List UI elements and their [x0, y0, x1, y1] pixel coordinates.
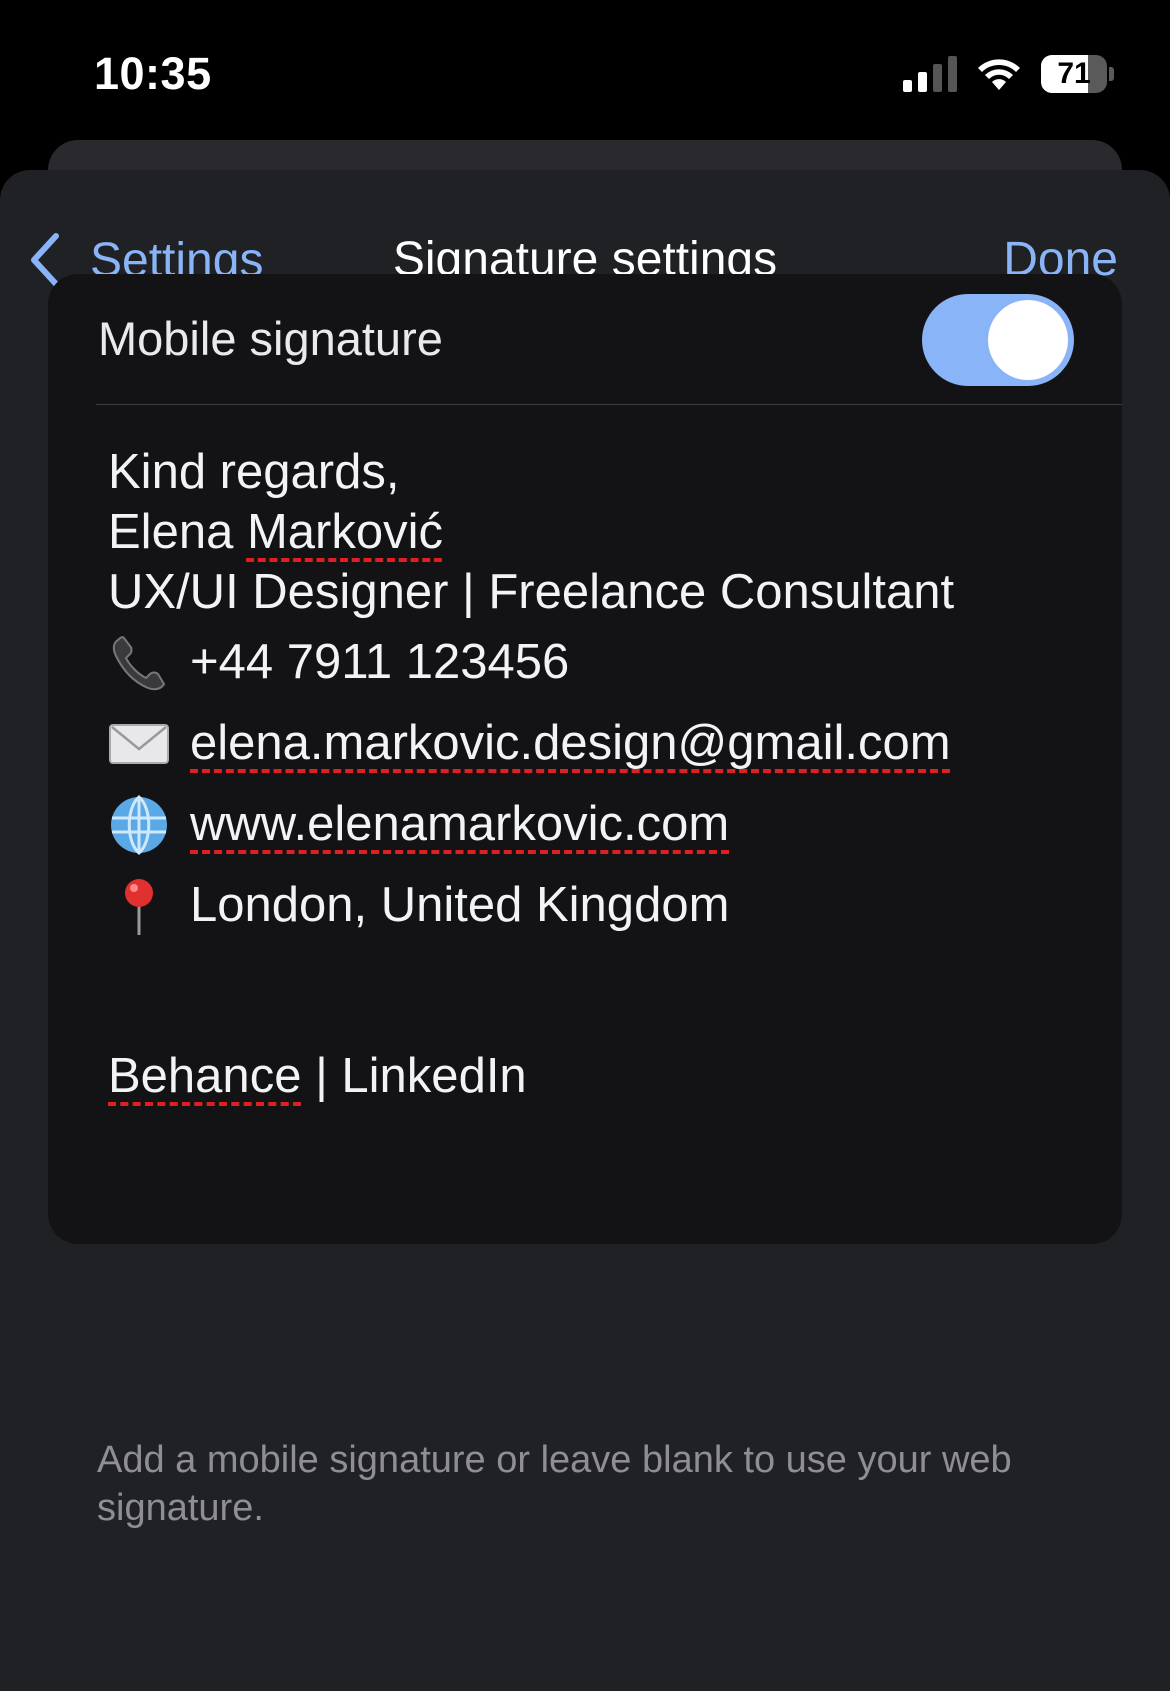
- battery-icon: 71: [1041, 55, 1107, 93]
- pin-icon: [108, 875, 170, 937]
- signature-role: UX/UI Designer | Freelance Consultant: [108, 565, 955, 619]
- signature-closing: Kind regards,: [108, 445, 400, 499]
- wifi-icon: [978, 59, 1020, 90]
- screen: 10:35 71 Settings Signature settings Don…: [0, 0, 1170, 1691]
- linkedin-link: LinkedIn: [341, 1049, 527, 1103]
- mobile-signature-row: Mobile signature: [48, 274, 1122, 404]
- phone-icon: [108, 632, 170, 694]
- globe-icon: [108, 794, 170, 856]
- status-icons: 71: [903, 54, 1114, 94]
- status-time: 10:35: [94, 48, 212, 99]
- signature-website-line: www.elenamarkovic.com: [108, 784, 1088, 865]
- behance-link: Behance: [108, 1049, 302, 1103]
- battery-level: 71: [1057, 57, 1091, 90]
- battery-cap: [1109, 67, 1114, 81]
- signature-phone-line: +44 7911 123456: [108, 622, 1088, 703]
- signature-first-name: Elena: [108, 505, 247, 559]
- status-bar: 10:35 71: [0, 0, 1170, 140]
- signature-name: Elena Marković: [108, 502, 1088, 562]
- signature-email-line: elena.markovic.design@gmail.com: [108, 703, 1088, 784]
- signature-help-text: Add a mobile signature or leave blank to…: [97, 1439, 1012, 1529]
- signature-email: elena.markovic.design@gmail.com: [190, 716, 951, 770]
- signature-location: London, United Kingdom: [190, 878, 730, 932]
- divider: [96, 404, 1122, 405]
- mobile-signature-label: Mobile signature: [98, 312, 443, 365]
- signature-location-line: London, United Kingdom: [108, 865, 1088, 946]
- signature-last-name: Marković: [246, 505, 443, 559]
- signature-card: Mobile signature Kind regards, Elena Mar…: [48, 274, 1122, 1244]
- signature-social-links: Behance | LinkedIn: [108, 1046, 1088, 1106]
- signature-editor[interactable]: Kind regards, Elena Marković UX/UI Desig…: [108, 442, 1088, 1106]
- social-separator: |: [301, 1049, 342, 1103]
- signature-blank-space: [108, 946, 1088, 1046]
- mobile-signature-toggle[interactable]: [922, 294, 1074, 386]
- signal-icon: [903, 56, 957, 92]
- toggle-knob: [988, 300, 1068, 380]
- signature-phone: +44 7911 123456: [190, 635, 570, 689]
- envelope-icon: [108, 713, 170, 775]
- signature-website: www.elenamarkovic.com: [190, 797, 730, 851]
